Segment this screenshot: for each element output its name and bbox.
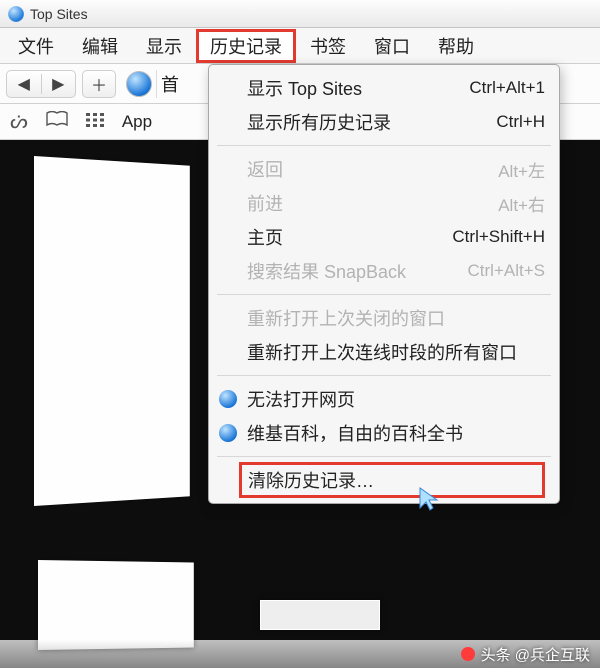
menu-item-recent-wikipedia[interactable]: 维基百科，自由的百科全书	[209, 416, 559, 450]
menu-edit[interactable]: 编辑	[68, 29, 132, 63]
topsite-tile[interactable]	[34, 156, 190, 506]
menu-view[interactable]: 显示	[132, 29, 196, 63]
menu-separator	[217, 145, 551, 146]
menu-item-reopen-last-window: 重新打开上次关闭的窗口	[209, 301, 559, 335]
plus-icon: ＋	[91, 72, 107, 96]
menu-item-snapback: 搜索结果 SnapBack Ctrl+Alt+S	[209, 254, 559, 288]
menubar: 文件 编辑 显示 历史记录 书签 窗口 帮助	[0, 28, 600, 64]
menu-item-home[interactable]: 主页 Ctrl+Shift+H	[209, 220, 559, 254]
menu-window[interactable]: 窗口	[360, 29, 424, 63]
back-button[interactable]: ◀	[7, 74, 42, 94]
globe-icon	[8, 6, 24, 22]
menu-separator	[217, 456, 551, 457]
history-menu: 显示 Top Sites Ctrl+Alt+1 显示所有历史记录 Ctrl+H …	[208, 64, 560, 504]
menu-separator	[217, 375, 551, 376]
nav-back-forward[interactable]: ◀ ▶	[6, 70, 76, 98]
bookmark-item-apple[interactable]: App	[122, 112, 152, 132]
globe-icon	[219, 390, 237, 408]
grid-icon[interactable]	[86, 110, 104, 133]
watermark: 头条 @兵企互联	[0, 640, 600, 668]
address-bar-edge	[156, 70, 157, 98]
menu-item-back: 返回 Alt+左	[209, 152, 559, 186]
menu-history[interactable]: 历史记录	[196, 29, 296, 63]
browser-window: Top Sites 文件 编辑 显示 历史记录 书签 窗口 帮助 ◀ ▶ ＋ 首…	[0, 0, 600, 640]
menu-bookmarks[interactable]: 书签	[296, 29, 360, 63]
window-title: Top Sites	[30, 6, 88, 22]
address-text[interactable]: 首	[161, 71, 179, 97]
reader-icon[interactable]: ᔖ	[10, 109, 28, 134]
menu-item-forward: 前进 Alt+右	[209, 186, 559, 220]
menu-file[interactable]: 文件	[4, 29, 68, 63]
book-icon[interactable]	[46, 110, 68, 133]
watermark-icon	[461, 647, 475, 661]
forward-button[interactable]: ▶	[42, 74, 76, 94]
globe-icon	[126, 71, 152, 97]
menu-separator	[217, 294, 551, 295]
watermark-text: 头条 @兵企互联	[481, 644, 590, 665]
titlebar: Top Sites	[0, 0, 600, 28]
menu-item-reopen-last-session[interactable]: 重新打开上次连线时段的所有窗口	[209, 335, 559, 369]
menu-item-show-top-sites[interactable]: 显示 Top Sites Ctrl+Alt+1	[209, 71, 559, 105]
cursor-icon	[418, 486, 440, 519]
menu-item-clear-history[interactable]: 清除历史记录…	[209, 463, 559, 497]
globe-icon	[219, 424, 237, 442]
menu-help[interactable]: 帮助	[424, 29, 488, 63]
menu-item-show-all-history[interactable]: 显示所有历史记录 Ctrl+H	[209, 105, 559, 139]
add-bookmark-button[interactable]: ＋	[82, 70, 116, 98]
topsite-tile[interactable]	[260, 600, 380, 630]
topsite-tile[interactable]	[38, 560, 194, 650]
menu-item-recent-fail[interactable]: 无法打开网页	[209, 382, 559, 416]
